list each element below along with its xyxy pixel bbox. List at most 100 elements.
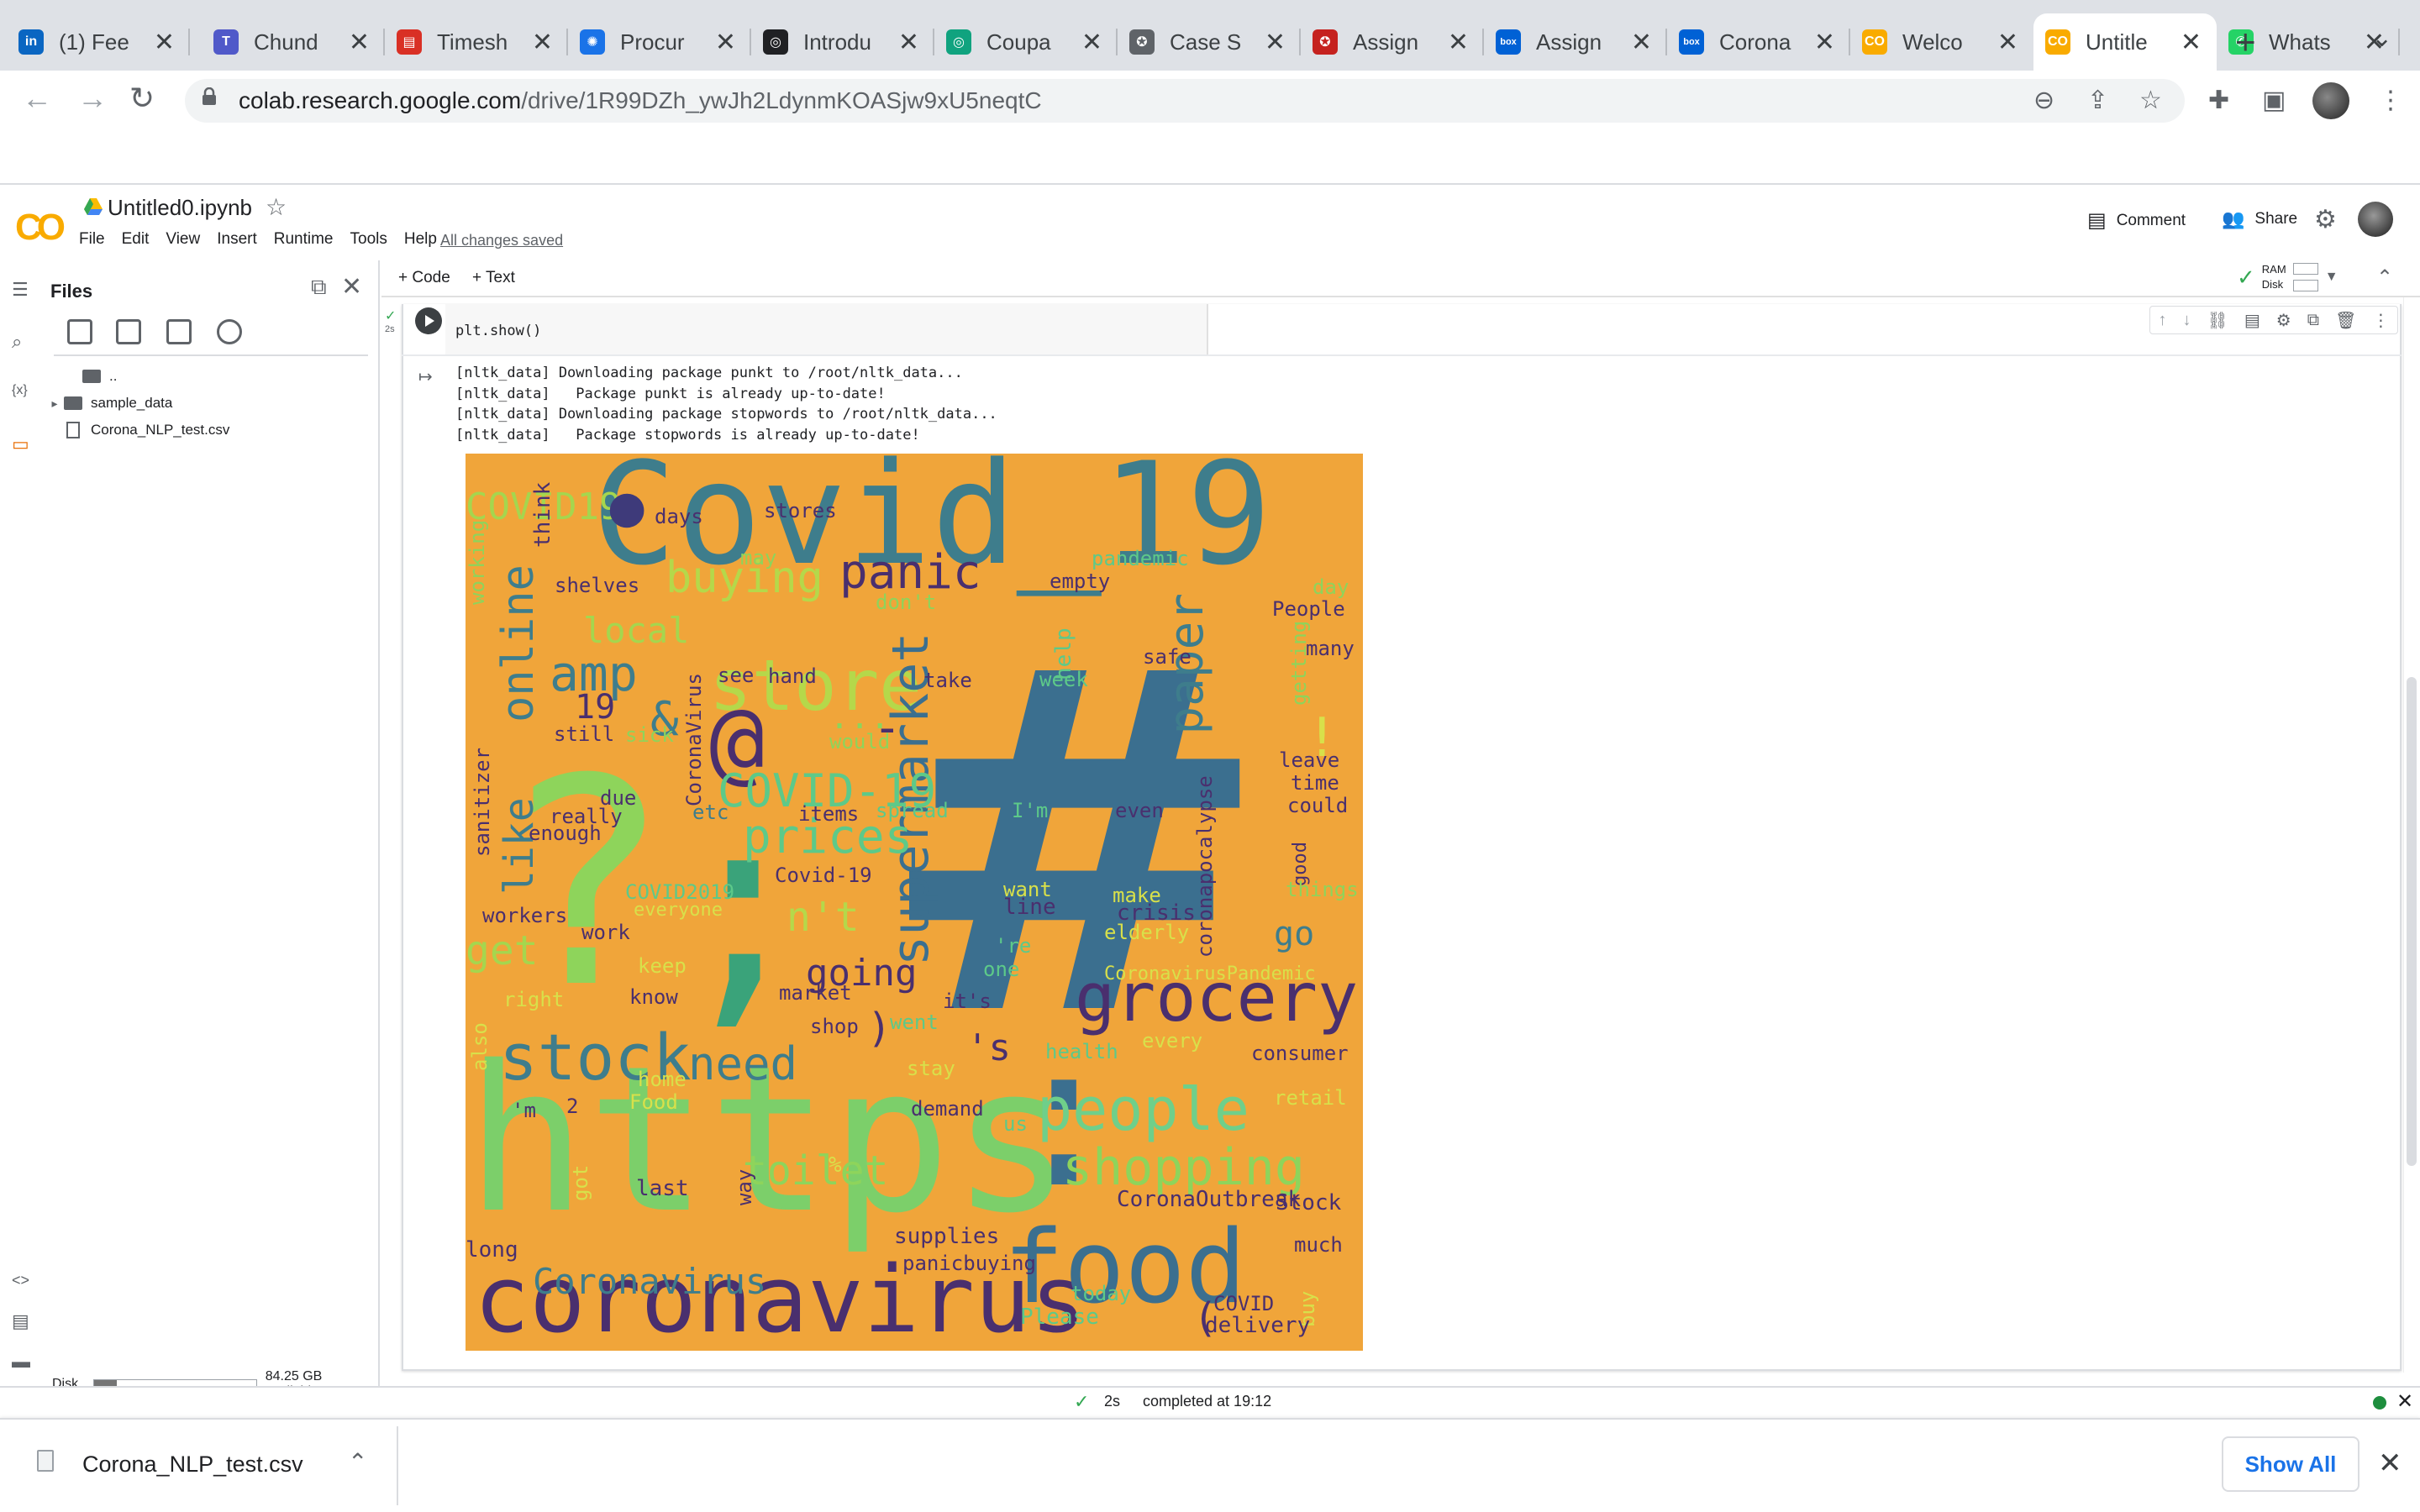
ram-disk-indicator[interactable]: ✓ RAM Disk ▼ [2237,262,2338,292]
browser-tab[interactable]: ✪ Case S ✕ [1118,13,1301,71]
browser-menu-icon[interactable]: ⋮ [2378,86,2403,115]
settings-gear-icon[interactable]: ⚙ [2314,205,2337,234]
folder-icon[interactable]: ▭ [12,433,29,455]
lock-icon[interactable] [202,87,217,106]
close-tab-icon[interactable]: ✕ [1814,28,1835,57]
menu-help[interactable]: Help [404,230,437,249]
browser-tab[interactable]: ▤ Timesh ✕ [385,13,568,71]
share-page-icon[interactable]: ⇪ [2087,86,2108,115]
close-icon[interactable]: ✕ [2396,1389,2413,1414]
folder-item[interactable]: ▸ sample_data [45,395,172,412]
search-icon[interactable]: ⌕ [12,331,22,353]
url-text[interactable]: colab.research.google.com/drive/1R99DZh_… [239,87,1042,114]
add-code-button[interactable]: + Code [398,269,450,287]
comment-button[interactable]: ▤ Comment [2087,208,2186,233]
add-text-button[interactable]: + Text [472,269,515,287]
menu-file[interactable]: File [79,230,105,249]
disk-indicator-label: Disk [2261,278,2284,291]
star-icon[interactable]: ☆ [266,193,287,221]
forward-icon[interactable]: → [77,81,108,116]
close-tab-icon[interactable]: ✕ [532,28,553,57]
share-button[interactable]: 👥 Share [2222,208,2297,230]
close-tab-icon[interactable]: ✕ [1448,28,1469,57]
folder-item[interactable]: .. [64,368,117,385]
close-tab-icon[interactable]: ✕ [1265,28,1286,57]
browser-tab[interactable]: ✪ Assign ✕ [1301,13,1484,71]
tab-search-icon[interactable]: ⌄ [2371,24,2392,53]
wordcloud-word: know [629,985,678,1009]
mount-drive-icon[interactable] [166,319,192,344]
close-tab-icon[interactable]: ✕ [898,28,919,57]
menu-edit[interactable]: Edit [122,230,150,249]
back-icon[interactable]: ← [22,81,52,116]
browser-profile-avatar[interactable] [2312,82,2349,119]
account-avatar[interactable] [2358,202,2393,237]
menu-runtime[interactable]: Runtime [274,230,334,249]
menu-view[interactable]: View [166,230,200,249]
move-up-icon[interactable]: ↑ [2159,311,2167,330]
mirror-cell-icon[interactable]: ⧉ [2307,311,2319,330]
open-in-tab-icon[interactable]: ⧉ [311,274,327,301]
command-palette-icon[interactable]: ▤ [12,1310,29,1332]
terminal-icon[interactable]: ▬ [12,1351,30,1373]
close-icon[interactable]: ✕ [2378,1446,2402,1480]
close-tab-icon[interactable]: ✕ [1997,28,2018,57]
close-tab-icon[interactable]: ✕ [349,28,370,57]
browser-tab[interactable]: ✺ Procur ✕ [568,13,751,71]
run-cell-button[interactable] [415,307,442,334]
menu-insert[interactable]: Insert [217,230,257,249]
side-panel-icon[interactable]: ▣ [2262,86,2286,115]
refresh-folder-icon[interactable] [116,319,141,344]
move-down-icon[interactable]: ↓ [2183,311,2191,330]
browser-tab[interactable]: ◎ Coupa ✕ [934,13,1118,71]
collapse-header-icon[interactable]: ⌃ [2376,265,2393,290]
reload-icon[interactable]: ↻ [129,81,155,116]
close-tab-icon[interactable]: ✕ [1081,28,1102,57]
file-item[interactable]: Corona_NLP_test.csv [45,422,229,438]
browser-tab[interactable]: box Corona ✕ [1667,13,1850,71]
menu-tools[interactable]: Tools [350,230,387,249]
extensions-icon[interactable]: ✚ [2208,86,2229,115]
bookmark-star-icon[interactable]: ☆ [2139,86,2162,115]
output-icon[interactable]: ↦ [418,366,433,387]
browser-tab[interactable]: box Assign ✕ [1484,13,1667,71]
download-item[interactable]: Corona_NLP_test.csv [82,1452,303,1478]
link-icon[interactable]: ⛓ [2207,310,2228,331]
close-icon[interactable]: ✕ [341,272,362,302]
expand-caret-icon[interactable]: ▸ [45,396,64,411]
code-snippets-icon[interactable]: <> [12,1272,29,1289]
close-tab-icon[interactable]: ✕ [715,28,736,57]
zoom-icon[interactable]: ⊖ [2033,86,2054,115]
close-tab-icon[interactable]: ✕ [1631,28,1652,57]
code-editor[interactable] [445,304,1208,354]
delete-icon[interactable]: 🗑 [2335,310,2356,331]
seal-icon: ✪ [1129,29,1155,55]
hide-files-icon[interactable] [217,319,242,344]
status-completed[interactable]: completed at 19:12 [1143,1393,1271,1410]
browser-tab[interactable]: T Chund ✕ [202,13,385,71]
browser-tab[interactable]: in (1) Fee ✕ [7,13,190,71]
close-tab-icon[interactable]: ✕ [2181,28,2202,57]
wordcloud-word: things [1286,878,1359,901]
more-icon[interactable]: ⋮ [2372,310,2389,331]
file-icon [66,422,80,438]
upload-icon[interactable] [67,319,92,344]
new-tab-button[interactable]: + [2235,22,2256,62]
wordcloud-word: CoronaVirus [682,673,706,806]
show-all-button[interactable]: Show All [2222,1436,2360,1492]
wordcloud-word: sick [625,723,674,747]
code-line[interactable]: plt.show() [455,323,541,339]
cell-settings-icon[interactable]: ⚙ [2276,310,2291,331]
close-tab-icon[interactable]: ✕ [154,28,175,57]
colab-logo[interactable]: CO [15,207,66,249]
table-of-contents-icon[interactable]: ☰ [12,279,29,301]
comment-cell-icon[interactable]: ▤ [2244,310,2260,331]
chevron-up-icon[interactable]: ⌃ [348,1448,367,1476]
browser-tab[interactable]: CO Welco ✕ [1850,13,2033,71]
variables-icon[interactable]: {x} [12,383,28,398]
scrollbar-thumb[interactable] [2407,677,2417,1166]
notebook-name[interactable]: Untitled0.ipynb [108,195,252,221]
save-status[interactable]: All changes saved [440,232,563,249]
browser-tab[interactable]: CO Untitle ✕ [2033,13,2217,71]
browser-tab[interactable]: ◎ Introdu ✕ [751,13,934,71]
